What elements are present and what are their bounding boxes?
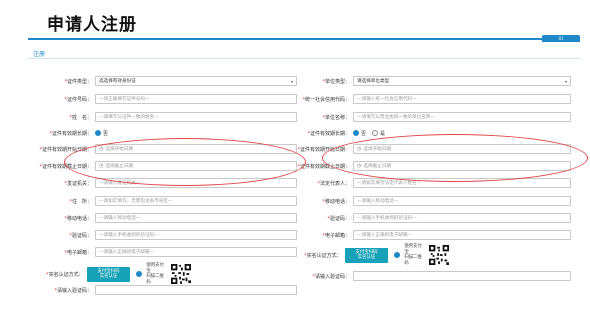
address-label: 住 所：	[71, 198, 92, 205]
alipay-verify-button[interactable]: 支付宝扫码 实名认证	[344, 247, 389, 263]
unit-name-label: 单位名称：	[324, 114, 350, 121]
annotation-ellipse-left	[64, 138, 306, 186]
name-label: 姓 名：	[71, 114, 92, 121]
alipay-scan-option[interactable]: 使用支付宝 扫描二维码	[136, 263, 165, 285]
mobile-input[interactable]: —请输入移动电话—	[353, 196, 571, 206]
mobile-label: 移动电话：	[66, 215, 92, 222]
section-label-register: 注册	[33, 51, 46, 58]
section-divider	[28, 58, 580, 59]
verify-code-input[interactable]: —请输入手机收到的验证码—	[353, 213, 571, 223]
annotation-ellipse-right	[322, 134, 588, 182]
right-row-unit-type: *单位类型： 请选择单位类型 ▾	[258, 75, 571, 87]
left-row-id-number: *证件号码： —请正确填写证件号码—	[0, 93, 297, 105]
verify-code-label: 验证码：	[329, 215, 350, 222]
email-label: 电子邮箱：	[66, 249, 92, 256]
qr-code-icon	[171, 263, 192, 285]
long-term-no-radio[interactable]: 否	[353, 130, 366, 137]
long-term-label: 证件有效期长期：	[309, 130, 350, 137]
left-row-long-term: *证件有效期长期： 否	[49, 130, 109, 137]
real-name-label: 实名认证方式：	[306, 252, 342, 259]
unit-code-input[interactable]: —请输入统一社会信用代码—	[353, 94, 571, 104]
left-row-login-code: *请输入验证码：	[0, 284, 297, 296]
id-type-label: 证件类型：	[66, 78, 92, 85]
right-row-mobile: *移动电话： —请输入移动电话—	[258, 195, 571, 207]
right-row-verify-code: *验证码： —请输入手机收到的验证码—	[258, 212, 571, 224]
left-row-name: *姓 名： —请填写与证件一致的姓名—	[0, 111, 297, 123]
login-code-input[interactable]	[353, 271, 571, 281]
login-code-input[interactable]	[95, 285, 297, 295]
id-number-label: 证件号码：	[66, 96, 92, 103]
unit-code-label: 统一社会信用代码：	[304, 96, 350, 103]
right-row-unit-name: *单位名称： —请填写与营业执照一致的单位名称—	[258, 111, 571, 123]
left-row-email: *电子邮箱： —请输入正确的电子邮箱—	[0, 246, 297, 258]
unit-name-input[interactable]: —请填写与营业执照一致的单位名称—	[353, 112, 571, 122]
left-row-id-type: *证件类型： 选选择有效身份证 ▾	[0, 75, 297, 87]
chevron-down-icon: ▾	[564, 78, 567, 84]
long-term-no-radio[interactable]: 否	[95, 130, 108, 137]
alipay-scan-option[interactable]: 使用支付宝 扫描二维码	[394, 244, 423, 266]
right-row-real-name: *实名认证方式： 支付宝扫码 实名认证 使用支付宝 扫描二维码	[258, 243, 450, 267]
left-row-verify-code: *验证码： —请输入手机收到的验证码—	[0, 229, 297, 241]
qr-code-icon	[429, 244, 450, 266]
left-row-mobile: *移动电话： —请输入移动电话—	[0, 212, 297, 224]
legal-name-label: 法定代表人：	[319, 180, 350, 187]
right-row-unit-code: *统一社会信用代码： —请输入统一社会信用代码—	[258, 93, 571, 105]
login-code-label: 请输入验证码：	[314, 273, 350, 280]
page-number-tab: 01	[542, 35, 580, 42]
real-name-label: 实名认证方式：	[48, 271, 84, 278]
unit-type-select[interactable]: 请选择单位类型 ▾	[353, 76, 571, 86]
login-code-label: 请输入验证码：	[56, 287, 92, 294]
right-row-long-term: *证件有效期长期： 否 是	[307, 130, 386, 137]
verify-code-label: 验证码：	[71, 232, 92, 239]
email-input[interactable]: —请输入正确的电子邮箱—	[353, 230, 571, 240]
issuing-authority-label: 发证机关：	[66, 180, 92, 187]
unit-type-label: 单位类型：	[324, 78, 350, 85]
alipay-verify-button[interactable]: 支付宝扫码 实名认证	[86, 266, 131, 282]
left-row-address: *住 所： —请如实填写，无需包含省市县区—	[0, 195, 297, 207]
title-underline	[28, 38, 580, 40]
mobile-label: 移动电话：	[324, 198, 350, 205]
page-title: 申请人注册	[47, 15, 137, 35]
email-label: 电子邮箱：	[324, 232, 350, 239]
left-row-real-name: *实名认证方式： 支付宝扫码 实名认证 使用支付宝 扫描二维码	[0, 262, 192, 286]
long-term-label: 证件有效期长期：	[51, 130, 92, 137]
right-row-email: *电子邮箱： —请输入正确的电子邮箱—	[258, 229, 571, 241]
long-term-yes-radio[interactable]: 是	[372, 130, 385, 137]
right-row-login-code: *请输入验证码：	[258, 270, 571, 282]
